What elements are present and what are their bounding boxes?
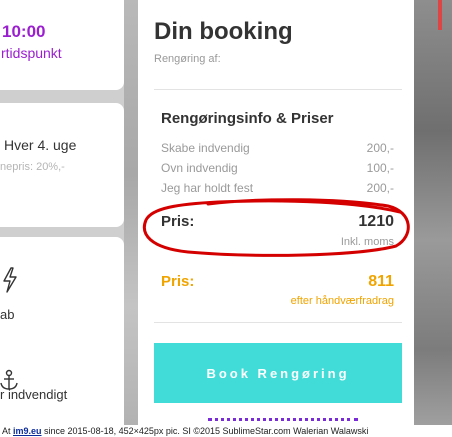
line-item-price: 100,- <box>366 161 394 175</box>
frequency-value: Hver 4. uge <box>4 137 77 153</box>
time-card[interactable]: 10:00 rtidspunkt <box>0 0 124 90</box>
price-vat-note: Inkl. moms <box>340 236 394 248</box>
extra-item-label: r indvendigt <box>0 387 68 402</box>
line-item: Ovn indvendig 100,- <box>161 161 394 177</box>
line-item-label: Ovn indvendig <box>161 161 238 175</box>
booking-panel: Din booking Rengøring af: Rengøringsinfo… <box>138 0 414 437</box>
line-item-label: Skabe indvendig <box>161 141 250 155</box>
watermark-prefix: At <box>2 426 14 436</box>
deduction-note: efter håndværfradrag <box>290 295 394 307</box>
time-label: rtidspunkt <box>1 45 62 61</box>
extras-card: ab r indvendigt <box>0 237 124 437</box>
line-item: Jeg har holdt fest 200,- <box>161 181 394 197</box>
divider <box>154 322 402 323</box>
watermark-bar: At im9.eu since 2015-08-18, 452×425px pi… <box>0 425 452 437</box>
watermark-text: since 2015-08-18, 452×425px pic. SI ©201… <box>41 426 369 436</box>
line-item-price: 200,- <box>366 181 394 195</box>
line-item: Skabe indvendig 200,- <box>161 141 394 157</box>
divider <box>154 89 402 90</box>
deduction-price-value: 811 <box>368 273 394 290</box>
background-strip-right <box>414 0 452 437</box>
price-total: 1210 <box>358 213 394 230</box>
info-title: Rengøringsinfo & Priser <box>161 110 334 127</box>
decorative-dots <box>208 418 358 422</box>
booking-subtitle: Rengøring af: <box>154 53 221 65</box>
time-value: 10:00 <box>2 22 46 41</box>
deduction-price-label: Pris: <box>161 273 195 290</box>
frequency-discount: nepris: 20%,- <box>0 161 65 173</box>
line-item-label: Jeg har holdt fest <box>161 181 254 195</box>
bolt-icon <box>3 267 17 293</box>
booking-title: Din booking <box>154 18 293 45</box>
watermark-site-link[interactable]: im9.eu <box>13 426 42 436</box>
background-strip <box>124 0 138 437</box>
book-cleaning-button[interactable]: Book Rengøring <box>154 343 402 403</box>
line-item-price: 200,- <box>366 141 394 155</box>
frequency-card[interactable]: Hver 4. uge nepris: 20%,- <box>0 103 124 227</box>
price-label: Pris: <box>161 213 195 230</box>
extra-item-label: ab <box>0 307 15 322</box>
